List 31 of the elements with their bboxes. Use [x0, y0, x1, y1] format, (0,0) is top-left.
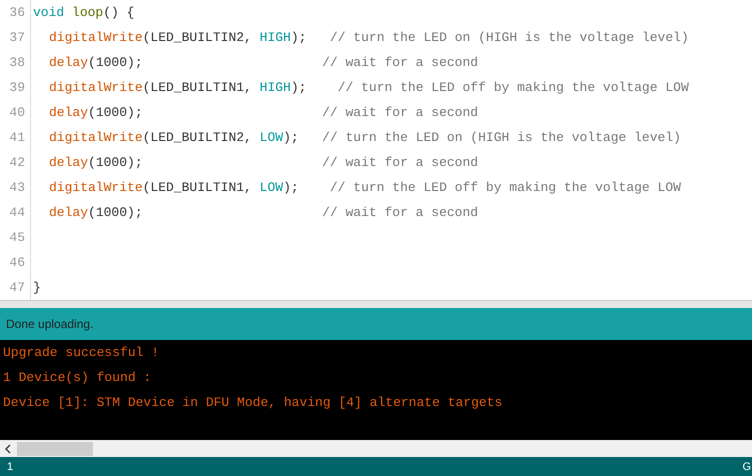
scroll-left-icon[interactable] [4, 444, 12, 454]
code-line: digitalWrite(LED_BUILTIN1, HIGH); // turn the LED off by making the voltage LOW [48, 80, 689, 95]
line-number: 37 [0, 25, 31, 50]
console-line: Device [1]: STM Device in DFU Mode, having [4] alternate targets [3, 394, 504, 412]
line-number: 43 [0, 175, 31, 200]
code-line: digitalWrite(LED_BUILTIN1, LOW); // turn the LED off by making the voltage LOW [48, 180, 681, 195]
status-message: Done uploading. [6, 317, 94, 331]
line-number: 39 [0, 75, 31, 100]
line-number: 36 [0, 0, 31, 25]
code-line: delay(1000); // wait for a second [48, 205, 478, 220]
line-indicator: 1 [7, 460, 14, 472]
code-line: digitalWrite(LED_BUILTIN2, LOW); // turn the LED on (HIGH is the voltage level) [48, 130, 681, 145]
board-info: G [742, 460, 751, 472]
code-line: void loop() { [32, 5, 134, 20]
code-line: delay(1000); // wait for a second [48, 105, 478, 120]
line-number: 45 [0, 225, 31, 250]
line-number: 46 [0, 250, 31, 275]
splitter-bar[interactable] [0, 300, 752, 308]
code-line: delay(1000); // wait for a second [48, 155, 478, 170]
line-number: 41 [0, 125, 31, 150]
scrollbar-thumb[interactable] [17, 442, 93, 456]
code-line: } [32, 280, 41, 295]
line-number: 38 [0, 50, 31, 75]
line-number: 40 [0, 100, 31, 125]
console-line: Upgrade successful ! [3, 344, 160, 362]
code-line: delay(1000); // wait for a second [48, 55, 478, 70]
horizontal-scrollbar[interactable] [0, 440, 752, 457]
line-number: 42 [0, 150, 31, 175]
code-line: digitalWrite(LED_BUILTIN2, HIGH); // turn the LED on (HIGH is the voltage level) [48, 30, 689, 45]
line-number: 44 [0, 200, 31, 225]
console-line: 1 Device(s) found : [3, 369, 152, 387]
